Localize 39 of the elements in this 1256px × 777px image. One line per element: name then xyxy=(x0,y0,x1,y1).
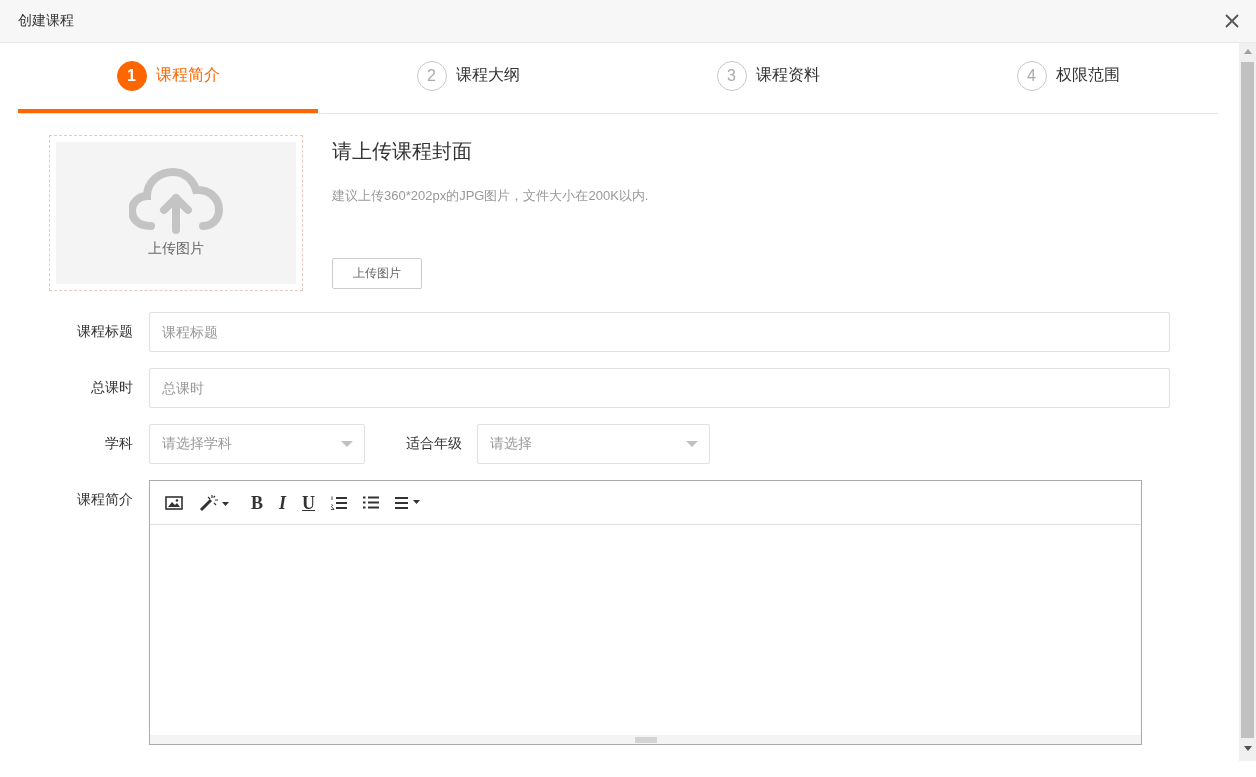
field-label: 适合年级 xyxy=(406,435,462,453)
step-tab[interactable]: 4 权限范围 xyxy=(918,43,1218,113)
step-label: 权限范围 xyxy=(1055,65,1120,85)
numbered-list-icon[interactable] xyxy=(331,495,348,510)
close-icon[interactable] xyxy=(1225,14,1239,28)
scrollbar[interactable] xyxy=(1239,43,1256,761)
dropzone-label: 上传图片 xyxy=(148,240,204,258)
step-label: 课程大纲 xyxy=(455,65,520,85)
image-icon[interactable] xyxy=(165,495,183,510)
underline-button[interactable]: U xyxy=(302,493,316,512)
italic-button[interactable]: I xyxy=(279,493,287,512)
resize-grip-icon[interactable] xyxy=(634,736,657,743)
step-label: 课程简介 xyxy=(155,65,220,85)
step-tab[interactable]: 2 课程大纲 xyxy=(318,43,618,113)
field-label: 课程标题 xyxy=(76,323,134,341)
cover-heading: 请上传课程封面 xyxy=(332,139,472,164)
bold-button[interactable]: B xyxy=(251,493,263,512)
align-icon[interactable] xyxy=(395,496,422,509)
magic-wand-icon[interactable] xyxy=(199,493,229,512)
step-tab[interactable]: 3 课程资料 xyxy=(618,43,918,113)
cover-hint: 建议上传360*202px的JPG图片，文件大小在200K以内. xyxy=(332,187,649,205)
upload-dropzone[interactable]: 上传图片 xyxy=(49,135,303,291)
step-label: 课程资料 xyxy=(755,65,820,85)
window-title: 创建课程 xyxy=(18,12,74,30)
scroll-down-icon[interactable] xyxy=(1243,746,1252,751)
text-input[interactable]: 课程标题 xyxy=(149,312,1170,352)
upload-button[interactable]: 上传图片 xyxy=(332,258,422,289)
text-input[interactable]: 总课时 xyxy=(149,368,1170,408)
dropdown-caret-icon xyxy=(686,441,698,447)
scrollbar-thumb[interactable] xyxy=(1241,62,1254,738)
cloud-upload-icon xyxy=(129,168,223,234)
select-placeholder: 请选择学科 xyxy=(162,435,232,453)
step-number: 1 xyxy=(116,60,147,91)
field-label: 总课时 xyxy=(90,379,134,397)
dropdown-caret-icon xyxy=(341,441,353,447)
field-label: 学科 xyxy=(104,435,134,453)
select-placeholder: 请选择 xyxy=(490,435,532,453)
field-label: 课程简介 xyxy=(76,490,134,509)
bullet-list-icon[interactable] xyxy=(363,496,380,509)
